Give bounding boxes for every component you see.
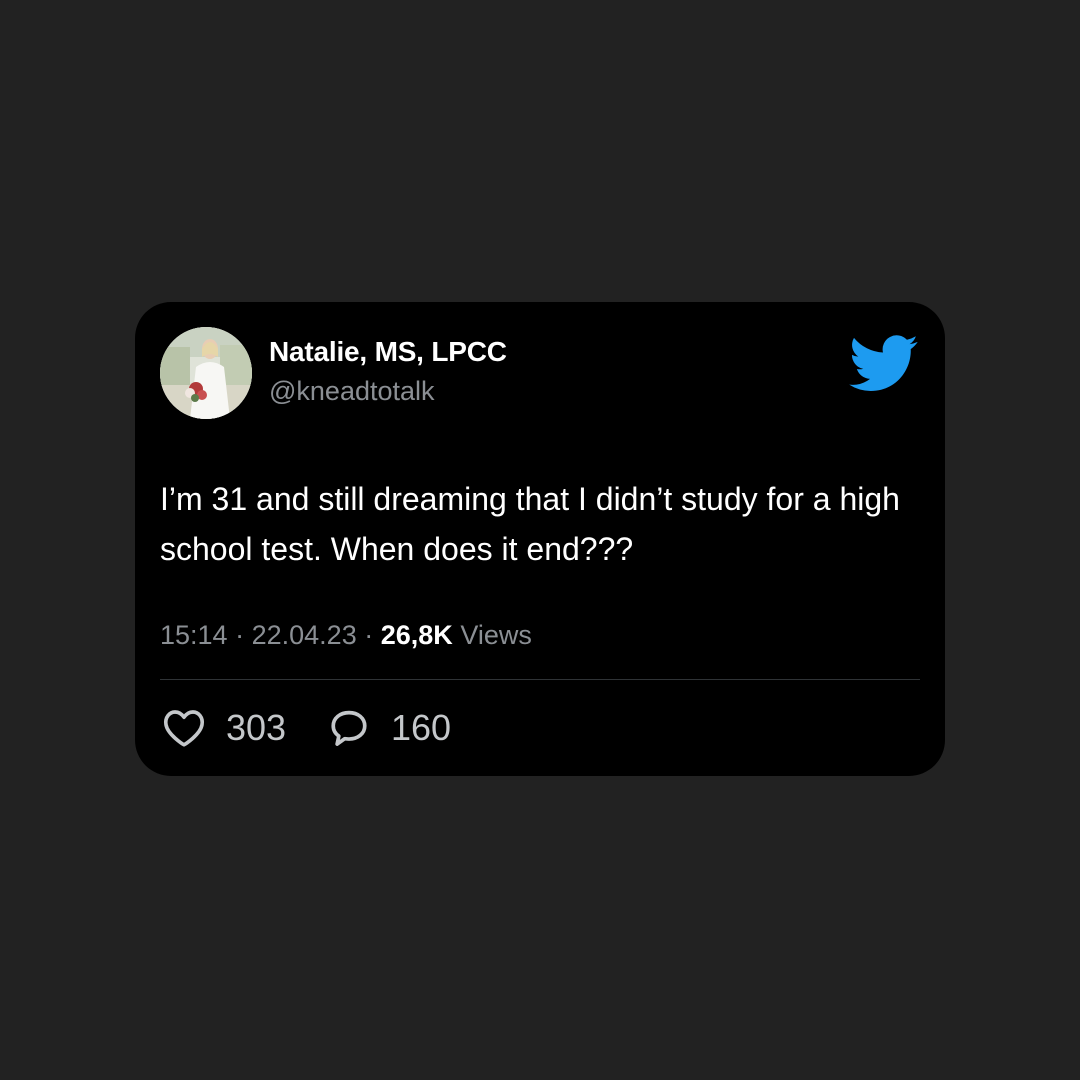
meta-separator: · (235, 620, 245, 650)
views-label: Views (460, 620, 532, 650)
views-count: 26,8K (380, 620, 453, 650)
avatar[interactable] (160, 327, 252, 419)
reply-button[interactable]: 160 (327, 706, 451, 750)
meta-separator: · (364, 620, 374, 650)
comment-bubble-icon (331, 710, 367, 746)
twitter-bird-icon (849, 335, 919, 393)
tweet-card[interactable]: Natalie, MS, LPCC @kneadtotalk I’m 31 an… (135, 302, 945, 776)
tweet-time[interactable]: 15:14 (160, 620, 228, 650)
tweet-text: I’m 31 and still dreaming that I didn’t … (160, 481, 900, 567)
author-name[interactable]: Natalie, MS, LPCC (269, 336, 507, 368)
tweet-date[interactable]: 22.04.23 (252, 620, 357, 650)
like-button[interactable]: 303 (162, 706, 286, 750)
heart-icon (163, 710, 205, 747)
avatar-photo (160, 327, 252, 419)
author-handle[interactable]: @kneadtotalk (269, 376, 435, 407)
like-count: 303 (226, 707, 287, 748)
reply-count: 160 (391, 707, 452, 748)
tweet-meta: 15:14 · 22.04.23 · 26,8K Views (160, 620, 532, 651)
divider (160, 679, 920, 680)
